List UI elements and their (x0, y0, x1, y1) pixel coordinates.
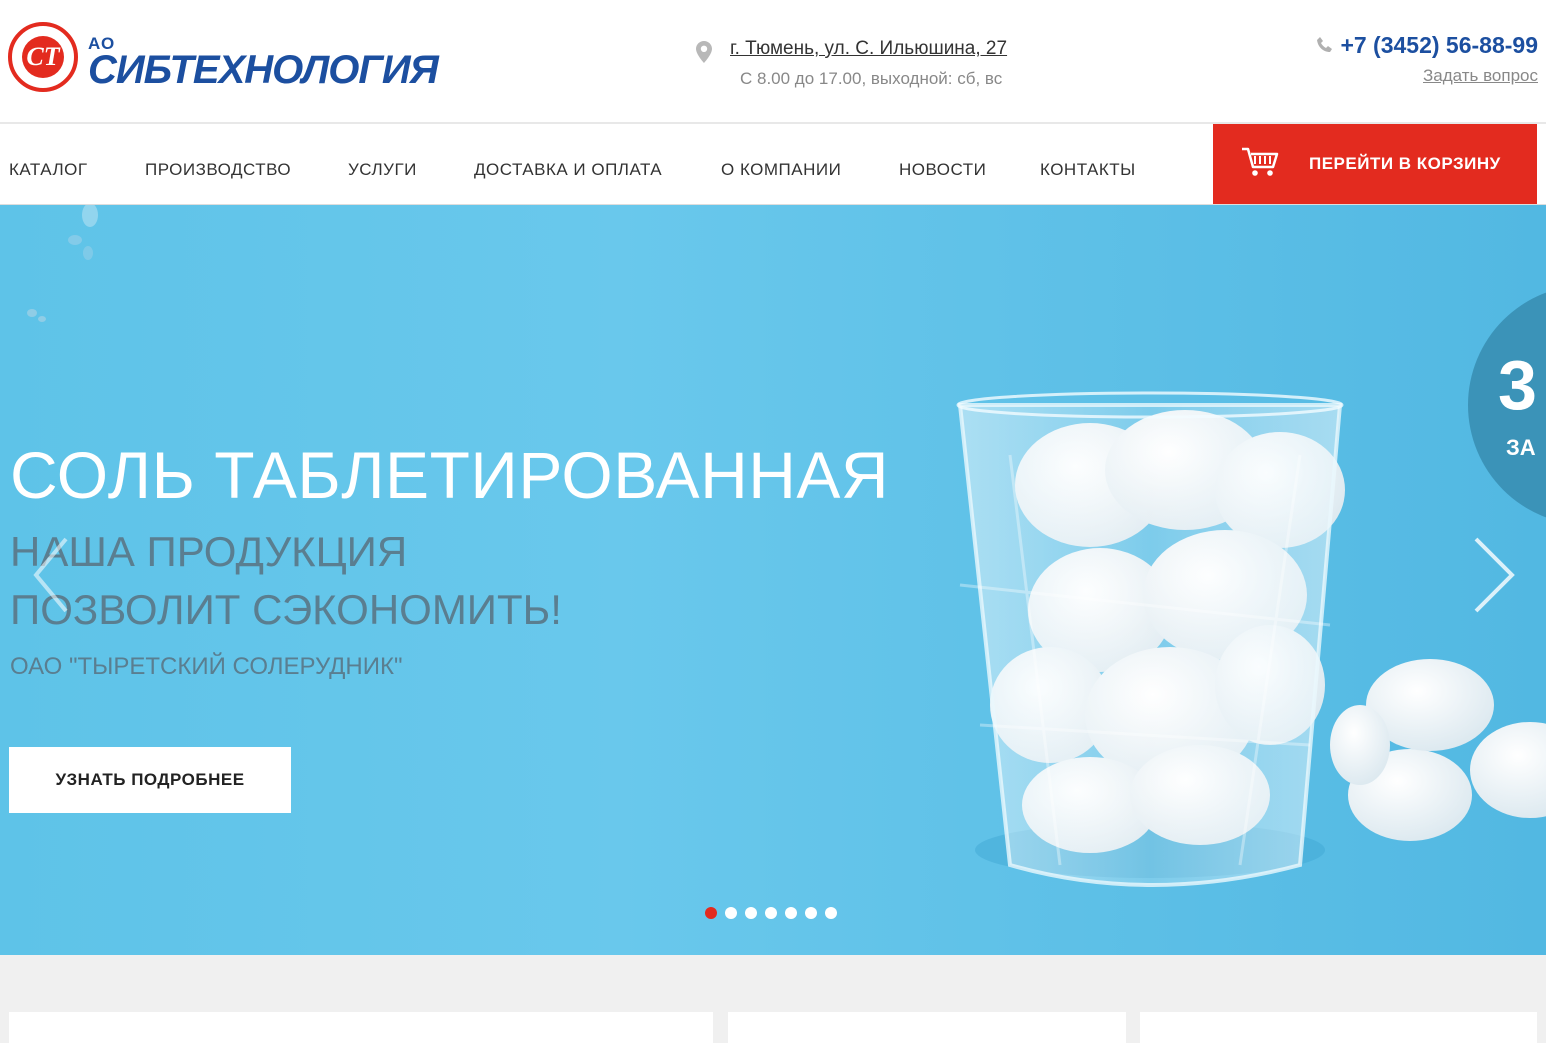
slider-pagination (705, 907, 845, 921)
content-section (0, 955, 1546, 1052)
hero-title: СОЛЬ ТАБЛЕТИРОВАННАЯ (10, 438, 890, 512)
content-card[interactable] (1140, 1012, 1537, 1052)
slider-dot[interactable] (785, 907, 797, 919)
hero-slider: 3 ЗА СОЛЬ ТАБЛЕТИРОВАННАЯ НАША ПРОДУКЦИЯ… (0, 205, 1546, 955)
slider-dot[interactable] (745, 907, 757, 919)
nav-item-catalog[interactable]: КАТАЛОГ (9, 160, 88, 180)
water-drop-small-decoration (27, 309, 46, 322)
ask-question-link[interactable]: Задать вопрос (1316, 66, 1538, 86)
slider-dot[interactable] (705, 907, 717, 919)
map-pin-icon (696, 41, 712, 68)
promo-badge-caption: ЗА (1506, 435, 1536, 460)
hero-subtitle-line-1: НАША ПРОДУКЦИЯ (10, 528, 408, 575)
site-header: СТ АО СИБТЕХНОЛОГИЯ г. Тюмень, ул. С. Ил… (0, 0, 1546, 124)
working-hours: С 8.00 до 17.00, выходной: сб, вс (740, 69, 1003, 88)
contact-block: +7 (3452) 56-88-99 Задать вопрос (1316, 32, 1538, 86)
nav-item-delivery-payment[interactable]: ДОСТАВКА И ОПЛАТА (474, 160, 662, 180)
hero-subtitle: НАША ПРОДУКЦИЯ ПОЗВОЛИТ СЭКОНОМИТЬ! (10, 523, 562, 639)
slider-dot[interactable] (825, 907, 837, 919)
learn-more-button[interactable]: УЗНАТЬ ПОДРОБНЕЕ (9, 747, 291, 813)
water-drops-decoration (68, 205, 98, 260)
logo-emblem: СТ (8, 22, 78, 92)
phone-number-row[interactable]: +7 (3452) 56-88-99 (1316, 32, 1538, 60)
slider-dot[interactable] (765, 907, 777, 919)
slider-dot[interactable] (725, 907, 737, 919)
phone-icon (1316, 33, 1334, 60)
slider-next-arrow-icon[interactable] (1470, 535, 1520, 620)
content-card[interactable] (728, 1012, 1126, 1052)
slider-dot[interactable] (805, 907, 817, 919)
company-logo[interactable]: СТ АО СИБТЕХНОЛОГИЯ (8, 22, 508, 102)
logo-monogram: СТ (22, 36, 64, 78)
salt-tablets-glass-image (956, 391, 1546, 887)
nav-item-production[interactable]: ПРОИЗВОДСТВО (145, 160, 291, 180)
nav-item-news[interactable]: НОВОСТИ (899, 160, 986, 180)
cart-label: ПЕРЕЙТИ В КОРЗИНУ (1309, 154, 1501, 173)
hero-company: ОАО "ТЫРЕТСКИЙ СОЛЕРУДНИК" (10, 653, 403, 680)
phone-number[interactable]: +7 (3452) 56-88-99 (1340, 32, 1538, 58)
hero-subtitle-line-2: ПОЗВОЛИТ СЭКОНОМИТЬ! (10, 586, 562, 633)
promo-badge-number: 3 (1498, 346, 1537, 424)
cart-icon (1241, 146, 1279, 183)
nav-item-about[interactable]: О КОМПАНИИ (721, 160, 841, 180)
nav-item-contacts[interactable]: КОНТАКТЫ (1040, 160, 1136, 180)
slider-prev-arrow-icon[interactable] (30, 535, 70, 620)
content-card[interactable] (9, 1012, 713, 1052)
nav-item-services[interactable]: УСЛУГИ (348, 160, 417, 180)
go-to-cart-button[interactable]: ПЕРЕЙТИ В КОРЗИНУ (1213, 124, 1537, 204)
logo-name: СИБТЕХНОЛОГИЯ (88, 48, 439, 92)
address-link[interactable]: г. Тюмень, ул. С. Ильюшина, 27 (730, 38, 1007, 60)
